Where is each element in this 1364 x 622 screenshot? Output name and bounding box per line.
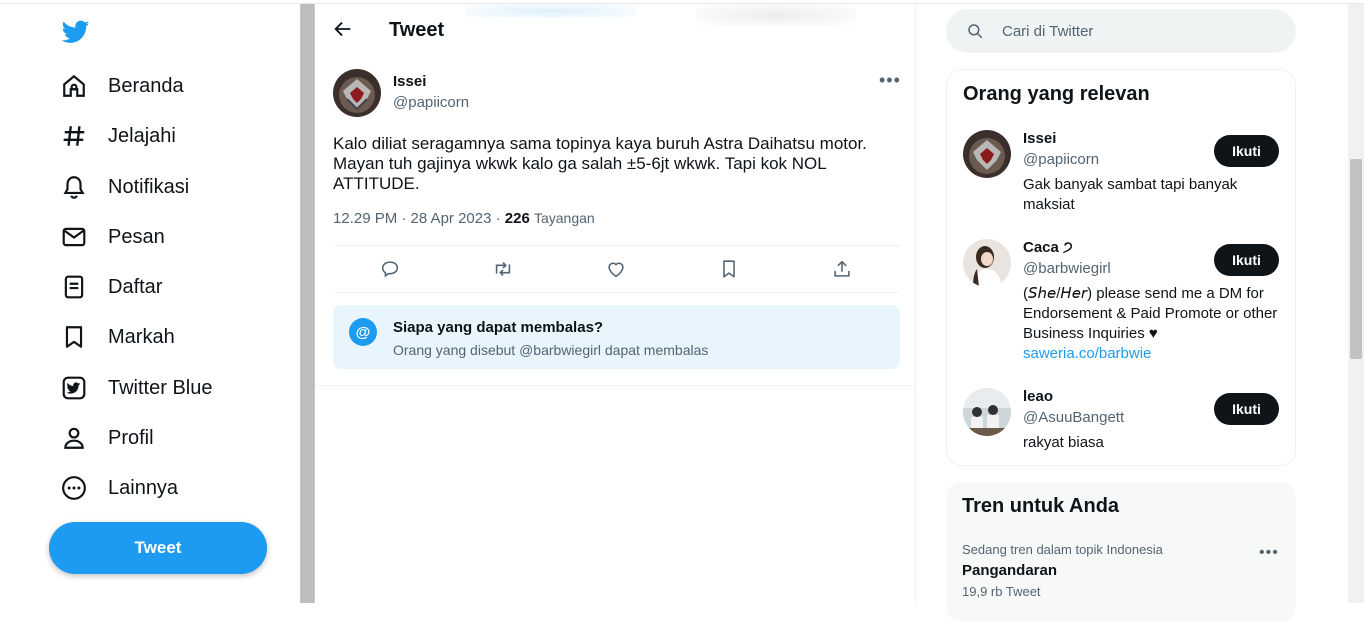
- nav-label: Notifikasi: [108, 175, 190, 198]
- bookmark-icon[interactable]: [718, 258, 740, 280]
- reply-restriction-box: @ Siapa yang dapat membalas? Orang yang …: [333, 305, 900, 369]
- trend-count[interactable]: 19,9 rb Tweet: [962, 584, 1041, 599]
- page-title: Tweet: [389, 19, 445, 41]
- panel-title: Orang yang relevan: [963, 83, 1150, 105]
- mail-icon: [60, 223, 88, 251]
- more-circle-icon: [60, 474, 88, 502]
- tweet-meta: 12.29 PM · 28 Apr 2023 · 226 Tayangan: [333, 210, 595, 227]
- divider: [316, 385, 916, 386]
- search-icon: [968, 24, 983, 39]
- more-options-icon[interactable]: •••: [879, 70, 901, 91]
- scrollbar-thumb[interactable]: [1350, 159, 1362, 359]
- share-icon[interactable]: [831, 258, 853, 280]
- tweet-button[interactable]: Tweet: [49, 522, 267, 574]
- nav-item-markah[interactable]: Markah: [60, 317, 175, 357]
- search-bar[interactable]: [946, 9, 1296, 53]
- twitter-blue-icon: [60, 374, 88, 402]
- views-label: Tayangan: [533, 210, 595, 226]
- person-handle[interactable]: @barbwiegirl: [1023, 260, 1111, 277]
- left-navigation: Beranda Jelajahi Notifikasi Pesan Daftar…: [0, 4, 300, 603]
- right-scrollbar[interactable]: [1348, 4, 1364, 603]
- author-handle[interactable]: @papiicorn: [393, 94, 469, 111]
- background-blur: [466, 4, 636, 18]
- avatar[interactable]: [963, 239, 1011, 287]
- reply-restriction-subtitle: Orang yang disebut @barbwiegirl dapat me…: [393, 342, 709, 358]
- reply-restriction-title: Siapa yang dapat membalas?: [393, 319, 604, 336]
- left-scrollbar[interactable]: [300, 4, 315, 603]
- person-bio: (𝘚𝘩𝘦/𝘏𝘦𝘳) please send me a DM for Endors…: [1023, 284, 1281, 364]
- hashtag-icon: [60, 122, 88, 150]
- person-handle[interactable]: @AsuuBangett: [1023, 409, 1124, 426]
- person-bio: rakyat biasa: [1023, 434, 1104, 451]
- panel-title: Tren untuk Anda: [962, 495, 1120, 517]
- background-blur: [696, 4, 856, 26]
- search-input[interactable]: [1002, 20, 1272, 42]
- main-column: Tweet Issei @papiicorn ••• Kalo diliat s…: [316, 4, 916, 603]
- back-arrow-icon[interactable]: [332, 18, 354, 40]
- nav-label: Daftar: [108, 275, 163, 298]
- nav-label: Jelajahi: [108, 124, 176, 147]
- nav-label: Lainnya: [108, 476, 179, 499]
- relevant-people-panel: Orang yang relevan Issei @papiicorn Gak …: [946, 69, 1296, 466]
- nav-item-jelajahi[interactable]: Jelajahi: [60, 116, 176, 156]
- nav-item-notifikasi[interactable]: Notifikasi: [60, 167, 189, 207]
- trend-name[interactable]: Pangandaran: [962, 562, 1057, 579]
- trend-category[interactable]: Sedang tren dalam topik Indonesia: [962, 542, 1163, 557]
- tweet-actions: [333, 246, 900, 292]
- follow-button[interactable]: Ikuti: [1214, 244, 1279, 276]
- person-name[interactable]: Issei: [1023, 130, 1056, 147]
- nav-item-profil[interactable]: Profil: [60, 418, 154, 458]
- person-icon: [60, 424, 88, 452]
- reply-icon[interactable]: [379, 258, 401, 280]
- trends-panel: Tren untuk Anda Sedang tren dalam topik …: [946, 482, 1296, 622]
- bell-icon: [60, 173, 88, 201]
- person-bio-text: (𝘚𝘩𝘦/𝘏𝘦𝘳) please send me a DM for Endors…: [1023, 285, 1278, 342]
- bio-link[interactable]: saweria.co/barbwie: [1023, 345, 1151, 362]
- avatar[interactable]: [963, 130, 1011, 178]
- nav-label: Markah: [108, 325, 175, 348]
- nav-label: Beranda: [108, 74, 184, 97]
- tweet-text: Kalo diliat seragamnya sama topinya kaya…: [333, 134, 867, 193]
- nav-label: Twitter Blue: [108, 376, 213, 399]
- nav-item-beranda[interactable]: Beranda: [60, 66, 184, 106]
- person-bio: Gak banyak sambat tapi banyak maksiat: [1023, 176, 1238, 213]
- avatar[interactable]: [963, 388, 1011, 436]
- nav-item-pesan[interactable]: Pesan: [60, 217, 165, 257]
- nav-label: Profil: [108, 426, 154, 449]
- home-icon: [60, 72, 88, 100]
- divider: [333, 292, 900, 293]
- views-count: 226: [504, 210, 530, 227]
- person-name[interactable]: Caca ੭: [1023, 239, 1073, 256]
- person-handle[interactable]: @papiicorn: [1023, 151, 1099, 168]
- twitter-logo-icon[interactable]: [60, 18, 92, 46]
- tweet-timestamp[interactable]: 12.29 PM · 28 Apr 2023 ·: [333, 210, 505, 227]
- follow-button[interactable]: Ikuti: [1214, 393, 1279, 425]
- list-icon: [60, 273, 88, 301]
- bookmark-icon: [60, 323, 88, 351]
- scrollbar-thumb[interactable]: [301, 4, 314, 603]
- more-options-icon[interactable]: •••: [1259, 544, 1279, 562]
- person-name[interactable]: leao: [1023, 388, 1053, 405]
- nav-label: Pesan: [108, 225, 165, 248]
- mention-at-icon: @: [349, 318, 377, 346]
- nav-item-daftar[interactable]: Daftar: [60, 267, 162, 307]
- nav-item-twitter-blue[interactable]: Twitter Blue: [60, 368, 212, 408]
- author-name[interactable]: Issei: [393, 73, 426, 90]
- retweet-icon[interactable]: [492, 258, 514, 280]
- follow-button[interactable]: Ikuti: [1214, 135, 1279, 167]
- nav-item-lainnya[interactable]: Lainnya: [60, 468, 178, 508]
- like-icon[interactable]: [605, 258, 627, 280]
- author-avatar[interactable]: [333, 69, 381, 117]
